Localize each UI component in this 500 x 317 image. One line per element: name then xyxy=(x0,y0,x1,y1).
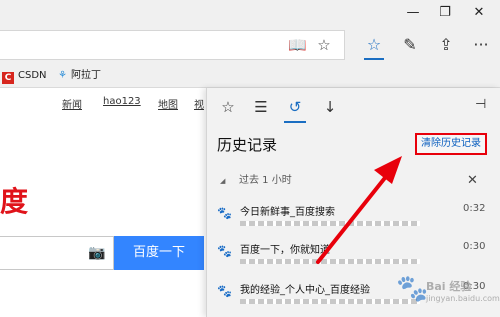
collapse-caret-icon[interactable]: ◢ xyxy=(220,172,225,190)
clear-history-button[interactable]: 清除历史记录 xyxy=(415,133,487,155)
hub-tab-downloads-icon[interactable]: ↓ xyxy=(319,96,341,118)
history-item-url xyxy=(240,221,420,226)
baidu-paw-icon: 🐾 xyxy=(217,284,232,298)
hub-tab-history-icon[interactable]: ↺ xyxy=(284,96,306,123)
csdn-logo-icon: C xyxy=(2,72,14,84)
favorites-bar: C CSDN ⚘ 阿拉丁 xyxy=(0,64,500,88)
search-button[interactable]: 百度一下 xyxy=(114,236,204,270)
favorite-label: 阿拉丁 xyxy=(70,70,101,81)
history-group-header[interactable]: ◢ 过去 1 小时 ✕ xyxy=(217,172,489,190)
baidu-paw-icon: 🐾 xyxy=(217,244,232,258)
group-close-icon[interactable]: ✕ xyxy=(467,172,478,190)
watermark-text: Bai 经验 xyxy=(426,280,472,293)
history-item-url xyxy=(240,259,420,264)
close-icon[interactable]: ✕ xyxy=(462,0,496,26)
link-video[interactable]: 视 xyxy=(194,96,204,111)
favorite-item-aladdin[interactable]: ⚘ 阿拉丁 xyxy=(58,68,101,84)
history-item[interactable]: 🐾 今日新鲜事_百度搜索 0:32 xyxy=(207,200,500,238)
history-item-title: 我的经验_个人中心_百度经验 xyxy=(240,285,370,296)
baidu-paw-icon: 🐾 xyxy=(217,206,232,220)
favorite-label: CSDN xyxy=(18,70,47,81)
group-label: 过去 1 小时 xyxy=(239,175,292,186)
address-bar[interactable]: 📖 ☆ xyxy=(0,30,345,60)
hub-button[interactable]: ☆ xyxy=(357,30,391,60)
more-button[interactable]: ··· xyxy=(464,30,498,60)
camera-icon[interactable]: 📷 xyxy=(88,245,105,261)
search-input[interactable]: 📷 xyxy=(0,236,114,270)
link-news[interactable]: 新闻 xyxy=(62,96,82,111)
aladdin-logo-icon: ⚘ xyxy=(58,70,67,81)
reading-view-icon[interactable]: 📖 xyxy=(288,36,307,54)
hub-tab-favorites-icon[interactable]: ☆ xyxy=(217,96,239,118)
baidu-logo: 度 xyxy=(0,185,29,218)
pin-icon[interactable]: ⊣ xyxy=(475,97,486,112)
link-hao123[interactable]: hao123 xyxy=(103,96,141,107)
history-item-title: 今日新鲜事_百度搜索 xyxy=(240,207,335,218)
history-item[interactable]: 🐾 百度一下，你就知道 0:30 xyxy=(207,238,500,276)
minimize-icon[interactable]: — xyxy=(396,0,430,26)
share-button[interactable]: ⇪ xyxy=(429,30,463,60)
history-item-time: 0:30 xyxy=(463,241,486,252)
hub-tab-reading-list-icon[interactable]: ☰ xyxy=(250,96,272,118)
link-map[interactable]: 地图 xyxy=(158,96,178,111)
favorite-item-csdn[interactable]: C CSDN xyxy=(2,68,47,84)
title-bar: — ❐ ✕ xyxy=(0,0,500,26)
hub-title: 历史记录 xyxy=(217,136,278,154)
watermark: 🐾 Bai 经验 jingyan.baidu.com xyxy=(390,272,500,314)
web-note-button[interactable]: ✎ xyxy=(393,30,427,60)
baidu-paw-watermark-icon: 🐾 xyxy=(396,274,429,304)
restore-icon[interactable]: ❐ xyxy=(428,0,462,26)
watermark-url: jingyan.baidu.com xyxy=(426,294,500,303)
navigation-bar: 📖 ☆ ☆ ✎ ⇪ ··· xyxy=(0,26,500,64)
favorite-star-icon[interactable]: ☆ xyxy=(315,36,333,54)
history-item-title: 百度一下，你就知道 xyxy=(240,245,330,256)
history-item-time: 0:32 xyxy=(463,203,486,214)
